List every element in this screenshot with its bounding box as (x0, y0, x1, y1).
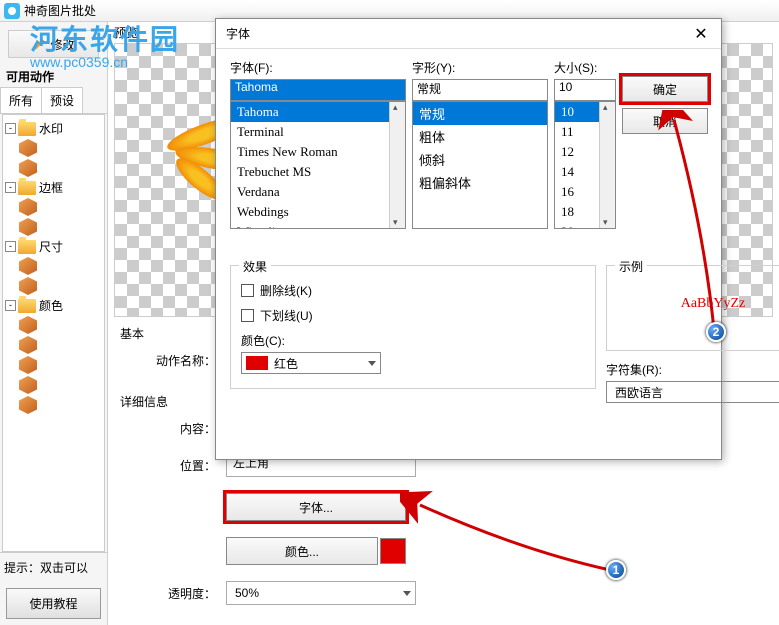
font-column: 字体(F): Tahoma Tahoma Terminal Times New … (230, 59, 406, 229)
color-label: 颜色(C): (241, 332, 391, 349)
app-icon (4, 3, 20, 19)
action-name-label: 动作名称： (156, 352, 216, 369)
style-label: 字形(Y): (412, 59, 548, 76)
content-label: 内容： (156, 420, 216, 437)
pencil-icon (32, 37, 46, 51)
folder-icon (18, 181, 36, 195)
box-icon[interactable] (19, 316, 37, 334)
size-listbox[interactable]: 10 11 12 14 16 18 20 (554, 101, 616, 229)
size-label: 大小(S): (554, 59, 616, 76)
list-item[interactable]: Times New Roman (231, 142, 405, 162)
charset-label: 字符集(R): (606, 361, 779, 378)
scrollbar[interactable] (389, 102, 405, 228)
dialog-title: 字体 (226, 25, 250, 42)
box-icon[interactable] (19, 218, 37, 236)
chevron-down-icon (403, 591, 411, 596)
opacity-label: 透明度： (156, 585, 216, 602)
style-listbox[interactable]: 常规 粗体 倾斜 粗偏斜体 (412, 101, 548, 229)
collapse-icon[interactable]: - (5, 241, 16, 252)
opacity-select[interactable]: 50% (226, 581, 416, 605)
modify-label: 修改 (50, 36, 74, 53)
box-icon[interactable] (19, 376, 37, 394)
box-icon[interactable] (19, 356, 37, 374)
buttons-column: 确定 取消 (622, 59, 708, 229)
app-title: 神奇图片批处 (24, 2, 96, 19)
color-select[interactable]: 红色 (241, 352, 381, 374)
size-column: 大小(S): 10 10 11 12 14 16 18 20 (554, 59, 616, 229)
folder-icon (18, 240, 36, 254)
tab-all[interactable]: 所有 (0, 87, 42, 113)
tree-watermark[interactable]: - 水印 (5, 119, 102, 138)
style-input[interactable]: 常规 (412, 79, 548, 101)
action-tree[interactable]: - 水印 - 边框 - 尺寸 - 颜色 (2, 114, 105, 552)
position-label: 位置： (156, 457, 216, 474)
list-item[interactable]: 粗偏斜体 (413, 171, 547, 194)
effects-title: 效果 (239, 258, 271, 275)
charset-select[interactable]: 西欧语言 (606, 381, 779, 403)
list-item[interactable]: Verdana (231, 182, 405, 202)
style-column: 字形(Y): 常规 常规 粗体 倾斜 粗偏斜体 (412, 59, 548, 229)
sample-group: 示例 AaBbYyZz (606, 265, 779, 351)
tip-text: 提示：双击可以 (0, 552, 107, 582)
ok-button[interactable]: 确定 (622, 76, 708, 102)
color-swatch[interactable] (380, 538, 406, 564)
tree-color[interactable]: - 颜色 (5, 296, 102, 315)
sample-title: 示例 (615, 258, 647, 275)
charset-area: 字符集(R): 西欧语言 (606, 361, 779, 403)
annotation-marker-2: 2 (706, 322, 726, 342)
strikeout-checkbox[interactable]: 删除线(K) (241, 282, 391, 299)
color-swatch-icon (246, 356, 268, 370)
effects-group: 效果 删除线(K) 下划线(U) 颜色(C): 红色 (230, 265, 596, 389)
close-button[interactable]: ✕ (685, 22, 717, 46)
dialog-titlebar[interactable]: 字体 ✕ (216, 19, 721, 49)
available-actions-label: 可用动作 (0, 66, 107, 87)
cancel-button[interactable]: 取消 (622, 108, 708, 134)
tutorial-button[interactable]: 使用教程 (6, 588, 101, 619)
folder-icon (18, 299, 36, 313)
modify-button[interactable]: 修改 (8, 30, 99, 58)
list-item[interactable]: Webdings (231, 202, 405, 222)
collapse-icon[interactable]: - (5, 300, 16, 311)
checkbox-icon (241, 284, 254, 297)
list-item[interactable]: 粗体 (413, 125, 547, 148)
list-item[interactable]: Wingdings (231, 222, 405, 229)
box-icon[interactable] (19, 198, 37, 216)
list-item[interactable]: Trebuchet MS (231, 162, 405, 182)
box-icon[interactable] (19, 277, 37, 295)
checkbox-icon (241, 309, 254, 322)
scrollbar[interactable] (599, 102, 615, 228)
folder-icon (18, 122, 36, 136)
color-button[interactable]: 颜色... (226, 537, 378, 565)
tree-border[interactable]: - 边框 (5, 178, 102, 197)
box-icon[interactable] (19, 139, 37, 157)
left-panel: 修改 可用动作 所有 预设 - 水印 - 边框 - (0, 22, 108, 625)
font-button[interactable]: 字体... (226, 493, 406, 521)
collapse-icon[interactable]: - (5, 182, 16, 193)
box-icon[interactable] (19, 257, 37, 275)
font-label: 字体(F): (230, 59, 406, 76)
box-icon[interactable] (19, 396, 37, 414)
font-dialog: 字体 ✕ 字体(F): Tahoma Tahoma Terminal Times… (215, 18, 722, 460)
tabs: 所有 预设 (0, 87, 107, 114)
collapse-icon[interactable]: - (5, 123, 16, 134)
size-input[interactable]: 10 (554, 79, 616, 101)
list-item[interactable]: 倾斜 (413, 148, 547, 171)
list-item[interactable]: Tahoma (231, 102, 405, 122)
box-icon[interactable] (19, 336, 37, 354)
tree-size[interactable]: - 尺寸 (5, 237, 102, 256)
underline-checkbox[interactable]: 下划线(U) (241, 307, 391, 324)
annotation-marker-1: 1 (606, 560, 626, 580)
box-icon[interactable] (19, 159, 37, 177)
list-item[interactable]: Terminal (231, 122, 405, 142)
font-listbox[interactable]: Tahoma Terminal Times New Roman Trebuche… (230, 101, 406, 229)
tab-preset[interactable]: 预设 (41, 87, 83, 113)
chevron-down-icon (368, 361, 376, 366)
font-input[interactable]: Tahoma (230, 79, 406, 101)
list-item[interactable]: 常规 (413, 102, 547, 125)
